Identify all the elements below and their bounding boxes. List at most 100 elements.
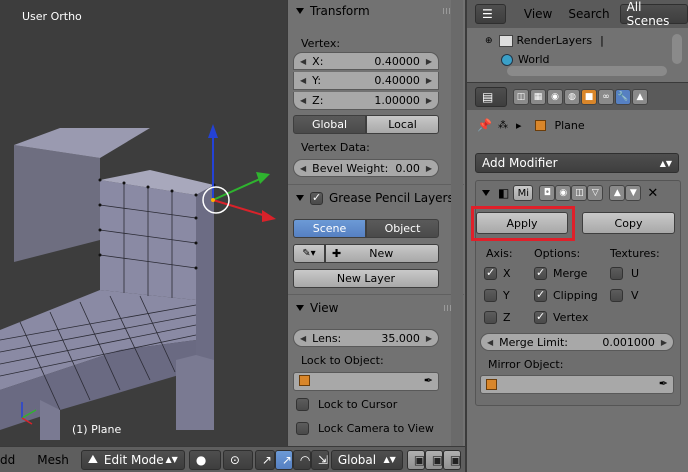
axis-z-row[interactable]: Z xyxy=(484,311,511,324)
outliner-item[interactable]: World xyxy=(501,53,550,66)
lens-field[interactable]: ◀ Lens: 35.000 ▶ xyxy=(293,329,439,347)
clipping-row[interactable]: Clipping xyxy=(534,288,598,302)
left-arrow-icon[interactable]: ◀ xyxy=(300,164,306,173)
translate-toggle[interactable]: ↗ xyxy=(274,449,293,470)
merge-row[interactable]: Merge xyxy=(534,266,587,280)
3d-viewport[interactable]: User Ortho (1) Plane xyxy=(0,0,287,446)
new-grease-pencil-button[interactable]: ✚ New xyxy=(325,244,439,263)
add-menu[interactable]: dd xyxy=(0,453,23,467)
lock-to-cursor-row[interactable]: Lock to Cursor xyxy=(296,398,397,411)
mode-dropdown[interactable]: ⛰ Edit Mode ▲▼ xyxy=(80,449,185,470)
collapse-icon[interactable] xyxy=(482,190,490,196)
object-button[interactable]: Object xyxy=(366,219,439,238)
modifier-name-field[interactable]: Mi xyxy=(513,185,534,201)
manipulator-toggle[interactable]: ↗ xyxy=(254,449,275,470)
eye-toggle-icon[interactable]: ◉ xyxy=(555,185,572,201)
shading-dropdown[interactable]: ● xyxy=(188,449,221,470)
axis-y-row[interactable]: Y xyxy=(484,289,510,302)
pivot-dropdown[interactable]: ⊙ xyxy=(222,449,253,470)
modifiers-tab-icon[interactable]: 🔧 xyxy=(615,88,631,105)
axis-x-row[interactable]: X xyxy=(484,266,511,280)
texture-u-row[interactable]: U xyxy=(610,267,639,280)
outliner-search-menu[interactable]: Search xyxy=(560,7,617,21)
editor-type-dropdown[interactable]: ☰ xyxy=(475,4,506,24)
mesh-menu[interactable]: Mesh xyxy=(23,453,77,467)
texture-v-row[interactable]: V xyxy=(610,289,639,302)
lock-camera-checkbox[interactable] xyxy=(296,422,309,435)
texture-u-checkbox[interactable] xyxy=(610,267,623,280)
eyedropper-icon[interactable]: ✒ xyxy=(424,374,433,387)
vertex-checkbox[interactable] xyxy=(534,310,547,324)
axis-y-checkbox[interactable] xyxy=(484,289,497,302)
rotate-toggle[interactable]: ◠ xyxy=(292,449,311,470)
move-up-icon[interactable]: ▲ xyxy=(609,185,626,201)
lock-to-cursor-checkbox[interactable] xyxy=(296,398,309,411)
outliner-hscrollbar[interactable] xyxy=(507,66,667,76)
scale-toggle[interactable]: ⇲ xyxy=(310,449,329,470)
left-arrow-icon[interactable]: ◀ xyxy=(487,338,493,347)
left-arrow-icon[interactable]: ◀ xyxy=(300,96,306,105)
transform-panel-header[interactable]: Transform xyxy=(288,0,463,22)
left-arrow-icon[interactable]: ◀ xyxy=(300,57,306,66)
right-arrow-icon[interactable]: ▶ xyxy=(426,76,432,85)
right-arrow-icon[interactable]: ▶ xyxy=(426,57,432,66)
vertex-row[interactable]: Vertex xyxy=(534,310,588,324)
scene-tab-icon[interactable]: ◉ xyxy=(547,88,563,105)
eyedropper-icon[interactable]: ✒ xyxy=(659,377,668,390)
right-arrow-icon[interactable]: ▶ xyxy=(661,338,667,347)
lock-camera-row[interactable]: Lock Camera to View xyxy=(296,422,434,435)
world-tab-icon[interactable]: ◍ xyxy=(564,88,580,105)
cage-toggle-icon[interactable]: ▽ xyxy=(587,185,604,201)
data-tab-icon[interactable]: ▲ xyxy=(632,88,648,105)
camera-toggle-icon[interactable]: ◘ xyxy=(539,185,556,201)
vertex-select-button[interactable]: ▣ xyxy=(406,449,425,470)
view-panel-header[interactable]: View xyxy=(288,297,464,319)
right-arrow-icon[interactable]: ▶ xyxy=(426,164,432,173)
axis-z-checkbox[interactable] xyxy=(484,311,497,324)
grease-pencil-enable-checkbox[interactable] xyxy=(310,191,323,205)
merge-limit-field[interactable]: ◀ Merge Limit: 0.001000 ▶ xyxy=(480,333,674,351)
move-down-icon[interactable]: ▼ xyxy=(625,185,642,201)
face-select-button[interactable]: ▣ xyxy=(442,449,462,470)
orientation-dropdown[interactable]: Global ▲▼ xyxy=(330,449,403,470)
cube-icon: ▣ xyxy=(449,452,462,467)
right-arrow-icon[interactable]: ▶ xyxy=(426,96,432,105)
outliner-vscrollbar[interactable] xyxy=(672,34,682,64)
outliner-view-menu[interactable]: View xyxy=(516,7,560,21)
close-icon[interactable]: ✕ xyxy=(647,186,658,201)
copy-button[interactable]: Copy xyxy=(582,212,675,234)
right-arrow-icon[interactable]: ▶ xyxy=(426,334,432,343)
edge-select-button[interactable]: ▣ xyxy=(424,449,443,470)
apply-button[interactable]: Apply xyxy=(476,212,568,234)
pencil-datablock-icon[interactable]: ✎▾ xyxy=(293,244,325,263)
clipping-checkbox[interactable] xyxy=(534,288,547,302)
vertex-y-field[interactable]: ◀ Y: 0.40000 ▶ xyxy=(293,72,439,90)
object-tab-icon[interactable]: ■ xyxy=(581,88,597,105)
axis-x-checkbox[interactable] xyxy=(484,266,497,280)
left-arrow-icon[interactable]: ◀ xyxy=(300,334,306,343)
editmode-toggle-icon[interactable]: ◫ xyxy=(571,185,588,201)
vertex-z-field[interactable]: ◀ Z: 1.00000 ▶ xyxy=(293,92,439,110)
expand-icon[interactable]: ⊕ xyxy=(485,36,493,46)
texture-v-checkbox[interactable] xyxy=(610,289,623,302)
scene-button[interactable]: Scene xyxy=(293,219,366,238)
mirror-object-field[interactable]: ✒ xyxy=(480,375,674,394)
render-layers-tab-icon[interactable]: ▦ xyxy=(530,88,546,105)
add-modifier-dropdown[interactable]: Add Modifier ▲▼ xyxy=(475,153,679,173)
local-button[interactable]: Local xyxy=(366,115,439,134)
new-layer-button[interactable]: New Layer xyxy=(293,269,439,288)
grease-pencil-panel-header[interactable]: Grease Pencil Layers xyxy=(288,187,464,209)
shelf-scrollbar[interactable] xyxy=(451,0,463,446)
editor-type-dropdown[interactable]: ▤ xyxy=(475,86,507,107)
outliner-item[interactable]: ⊕ RenderLayers | xyxy=(485,34,604,47)
vertex-x-field[interactable]: ◀ X: 0.40000 ▶ xyxy=(293,52,439,70)
outliner-filter-dropdown[interactable]: All Scenes xyxy=(619,0,688,28)
render-tab-icon[interactable]: ◫ xyxy=(513,88,529,105)
bevel-weight-field[interactable]: ◀ Bevel Weight: 0.00 ▶ xyxy=(293,159,439,177)
left-arrow-icon[interactable]: ◀ xyxy=(300,76,306,85)
merge-checkbox[interactable] xyxy=(534,266,547,280)
lock-object-field[interactable]: ✒ xyxy=(293,372,439,391)
pin-icon[interactable]: 📌 xyxy=(477,118,492,132)
global-button[interactable]: Global xyxy=(293,115,366,134)
constraints-tab-icon[interactable]: ∞ xyxy=(598,88,614,105)
